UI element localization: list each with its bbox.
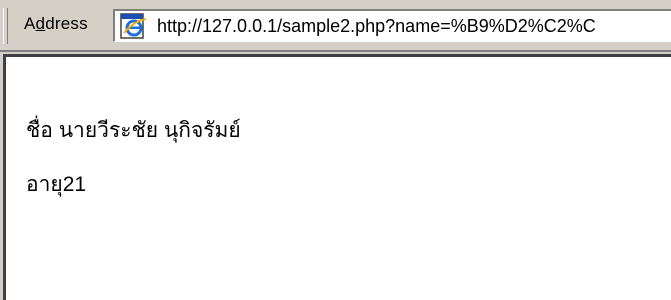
name-line: ชื่อ นายวีระชัย นุกิจรัมย์ (26, 119, 241, 142)
address-toolbar: Address http://127.0.0.1/sample2.php?nam… (0, 0, 671, 50)
ie-page-icon (120, 13, 147, 39)
browser-window: Address http://127.0.0.1/sample2.php?nam… (0, 0, 671, 300)
address-label-text: Address (24, 14, 88, 33)
frame-top-shadow (6, 54, 671, 57)
toolbar-grip[interactable] (3, 8, 8, 44)
frame-left-shadow (3, 54, 6, 300)
address-input[interactable]: http://127.0.0.1/sample2.php?name=%B9%D2… (113, 9, 671, 42)
address-label: Address (24, 14, 88, 34)
url-text[interactable]: http://127.0.0.1/sample2.php?name=%B9%D2… (157, 16, 596, 37)
age-line: อายุ21 (26, 173, 87, 196)
address-accelerator-key: d (35, 14, 46, 33)
